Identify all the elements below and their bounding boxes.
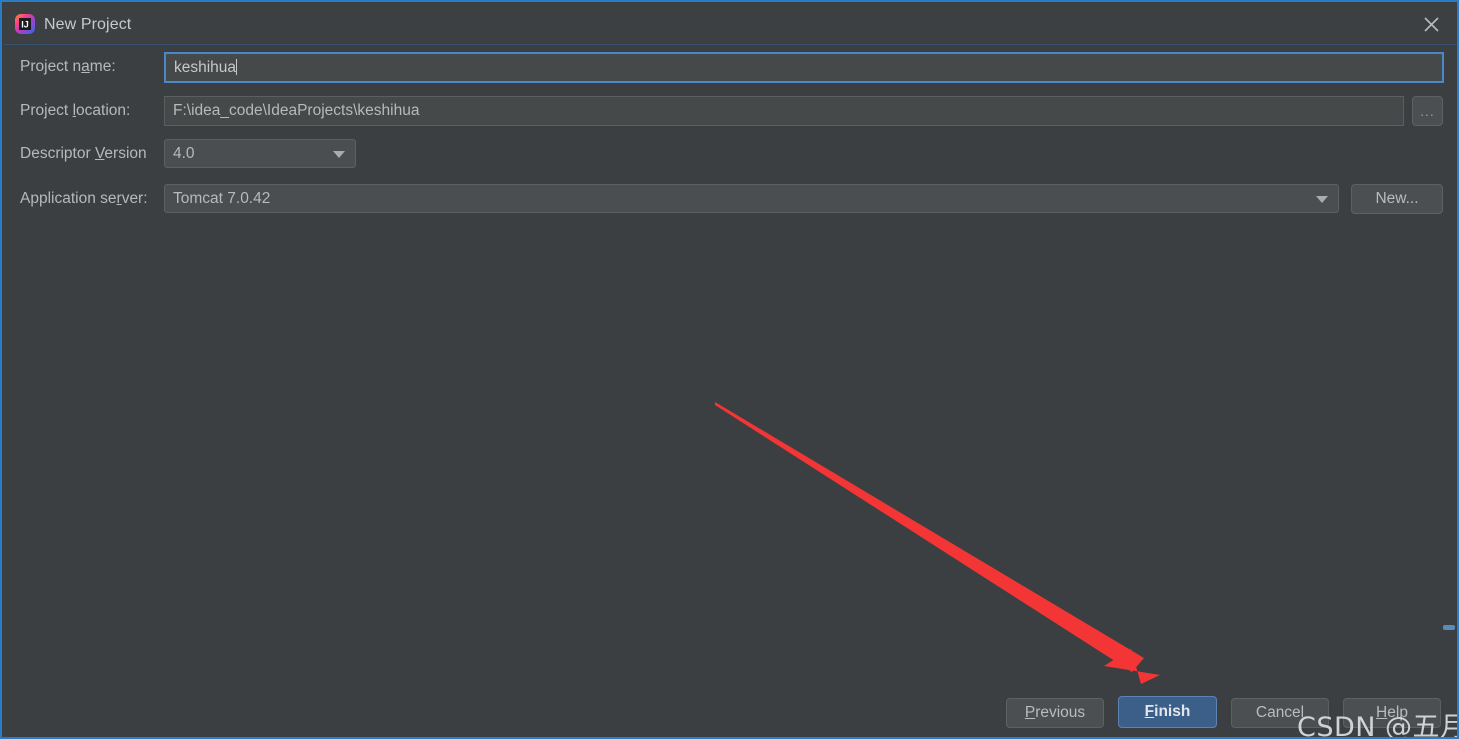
descriptor-version-value: 4.0 bbox=[173, 145, 195, 162]
chevron-down-icon bbox=[333, 150, 345, 158]
descriptor-version-label: Descriptor Version bbox=[20, 145, 147, 162]
new-project-dialog: IJ New Project Project name: Project loc… bbox=[0, 0, 1459, 739]
project-name-input[interactable]: keshihua bbox=[164, 52, 1444, 83]
csdn-watermark: CSDN @五月CG bbox=[1297, 712, 1457, 739]
application-server-value: Tomcat 7.0.42 bbox=[173, 190, 271, 207]
svg-text:IJ: IJ bbox=[21, 20, 29, 30]
previous-button[interactable]: Previous bbox=[1006, 698, 1104, 728]
text-caret bbox=[236, 59, 238, 75]
title-bar: IJ New Project bbox=[4, 4, 1457, 45]
intellij-idea-icon: IJ bbox=[14, 13, 36, 35]
project-location-value: F:\idea_code\IdeaProjects\keshihua bbox=[173, 102, 420, 119]
descriptor-version-combo[interactable]: 4.0 bbox=[164, 139, 356, 168]
project-name-label: Project name: bbox=[20, 58, 116, 75]
finish-button[interactable]: Finish bbox=[1118, 696, 1217, 728]
window-title: New Project bbox=[44, 16, 132, 33]
chevron-down-icon bbox=[1316, 195, 1328, 203]
browse-location-button[interactable]: ... bbox=[1412, 96, 1443, 126]
new-server-button[interactable]: New... bbox=[1351, 184, 1443, 214]
project-name-value: keshihua bbox=[174, 59, 237, 76]
application-server-combo[interactable]: Tomcat 7.0.42 bbox=[164, 184, 1339, 213]
close-icon[interactable] bbox=[1404, 4, 1457, 45]
project-location-label: Project location: bbox=[20, 102, 131, 119]
project-location-input[interactable]: F:\idea_code\IdeaProjects\keshihua bbox=[164, 96, 1404, 126]
application-server-label: Application server: bbox=[20, 190, 148, 207]
scrollbar-artifact bbox=[1443, 625, 1455, 630]
